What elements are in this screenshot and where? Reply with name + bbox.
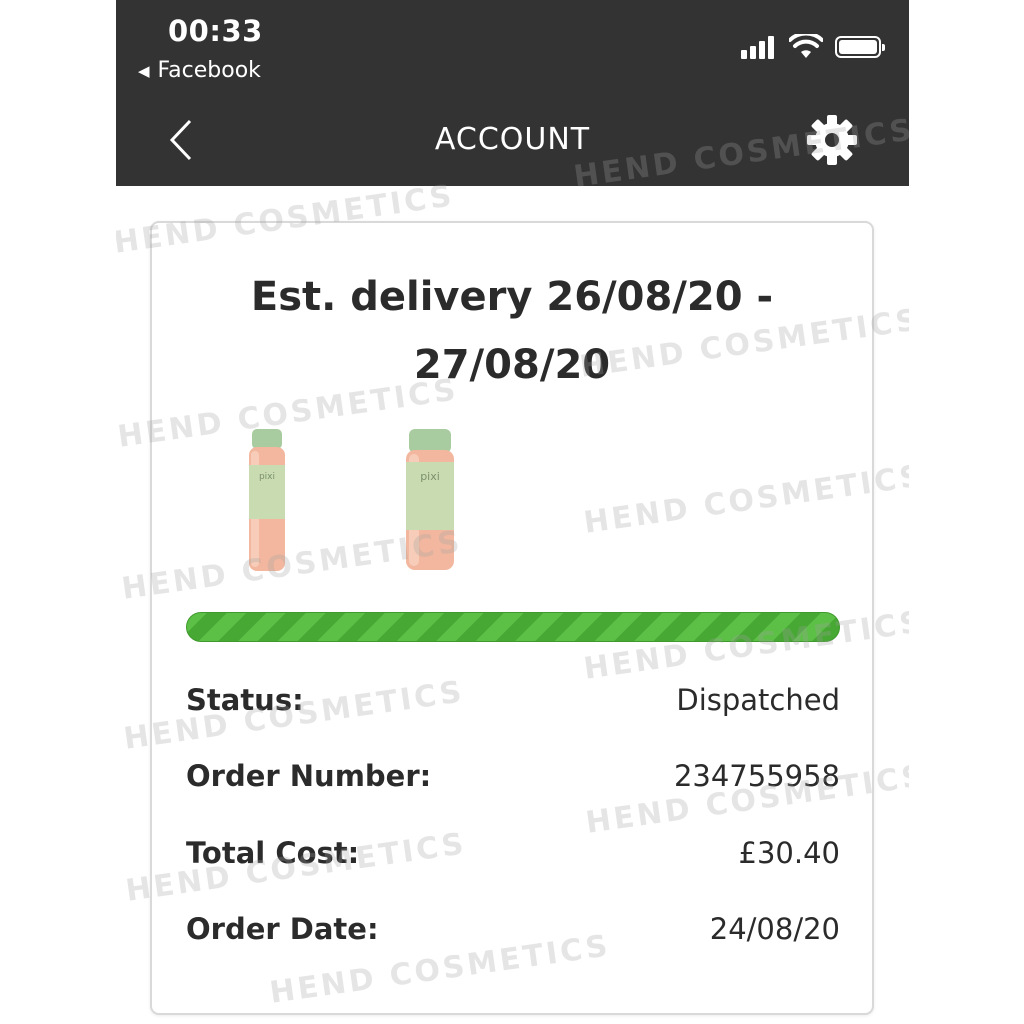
- order-date-value: 24/08/20: [709, 912, 840, 946]
- top-bar: 00:33 ◀ Facebook ACCOUNT: [116, 0, 909, 186]
- order-date-label: Order Date:: [186, 912, 379, 946]
- order-screen: 00:33 ◀ Facebook ACCOUNT Est. delivery 2…: [116, 0, 909, 1024]
- total-cost-label: Total Cost:: [186, 836, 360, 870]
- battery-icon: [835, 36, 885, 58]
- detail-row-total-cost: Total Cost: £30.40: [186, 836, 840, 880]
- wifi-icon: [789, 34, 823, 58]
- order-number-value: 234755958: [673, 759, 840, 793]
- back-triangle-icon: ◀: [138, 61, 150, 80]
- detail-row-status: Status: Dispatched: [186, 683, 840, 727]
- back-to-app-link[interactable]: ◀ Facebook: [138, 58, 261, 83]
- product-brand-large: pixi: [420, 470, 440, 483]
- order-number-label: Order Number:: [186, 759, 432, 793]
- status-value: Dispatched: [676, 683, 840, 717]
- status-label: Status:: [186, 683, 304, 717]
- status-time: 00:33: [168, 14, 263, 48]
- delivery-line-2: 27/08/20: [413, 342, 611, 388]
- gear-icon[interactable]: [806, 114, 858, 166]
- product-brand-small: pixi: [259, 472, 275, 482]
- back-app-label: Facebook: [157, 58, 261, 83]
- detail-row-order-number: Order Number: 234755958: [186, 759, 840, 803]
- status-icons: [741, 34, 885, 60]
- signal-icon: [741, 35, 777, 59]
- product-image-large: pixi: [406, 429, 454, 570]
- page-title: ACCOUNT: [434, 122, 591, 157]
- order-card[interactable]: Est. delivery 26/08/20 - 27/08/20 pixi p…: [150, 221, 874, 1015]
- product-image-small: pixi: [249, 429, 285, 571]
- total-cost-value: £30.40: [738, 836, 840, 870]
- delivery-line-1: Est. delivery 26/08/20 -: [250, 274, 774, 320]
- delivery-progress-bar: [186, 612, 840, 642]
- estimated-delivery-heading: Est. delivery 26/08/20 - 27/08/20: [172, 263, 852, 399]
- detail-row-order-date: Order Date: 24/08/20: [186, 912, 840, 956]
